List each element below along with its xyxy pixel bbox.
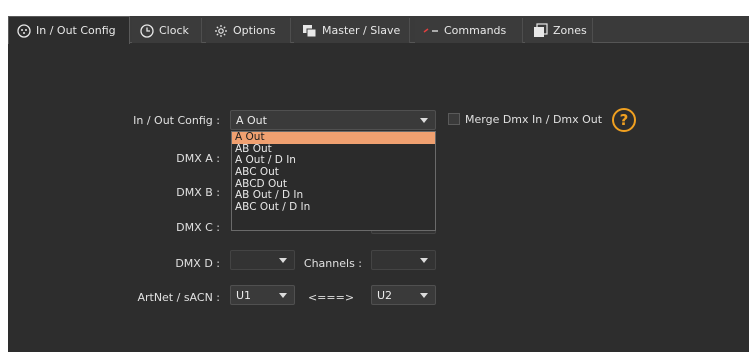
tab-label: Zones [553,24,587,37]
tab-master-slave[interactable]: Master / Slave [294,18,410,43]
tab-options[interactable]: Options [206,18,291,43]
tab-zones[interactable]: Zones [525,18,593,43]
merge-checkbox[interactable] [448,113,460,125]
tab-clock[interactable]: Clock [132,18,202,43]
artnet-universe-a-select[interactable]: U1 [230,285,295,305]
inout-config-label: In / Out Config : [133,114,220,127]
gear-icon [214,24,228,38]
channels-select[interactable] [371,250,436,270]
channels-label: Channels : [303,257,362,270]
dmx-connector-icon [17,23,31,38]
chevron-down-icon [420,293,428,298]
inout-config-select[interactable]: A Out [230,110,436,130]
artnet-universe-a-value: U1 [236,288,252,302]
app-window: In / Out Config Clock Options Master / S… [0,0,749,352]
inout-config-value: A Out [236,113,267,127]
universe-link-arrow: <===> [307,291,355,304]
chevron-down-icon [420,118,428,123]
dmx-c-label: DMX C : [176,221,220,234]
tab-inout-config[interactable]: In / Out Config [8,16,130,44]
dropdown-option[interactable]: ABC Out [232,166,435,179]
zones-icon [533,23,548,38]
inout-config-dropdown-list: A Out AB Out A Out / D In ABC Out ABCD O… [231,131,436,231]
dmx-d-select[interactable] [230,250,295,270]
artnet-universe-b-value: U2 [377,288,393,302]
commands-icon [423,26,439,36]
dmx-a-label: DMX A : [176,152,220,165]
tab-label: Options [233,24,276,37]
tab-bar: In / Out Config Clock Options Master / S… [8,16,749,44]
chevron-down-icon [279,293,287,298]
artnet-label: ArtNet / sACN : [137,291,220,304]
master-slave-icon [302,24,317,38]
chevron-down-icon [279,258,287,263]
tab-commands[interactable]: Commands [415,18,523,43]
tab-label: In / Out Config [36,24,116,37]
artnet-universe-b-select[interactable]: U2 [371,285,436,305]
dmx-b-label: DMX B : [176,186,220,199]
dropdown-option[interactable]: A Out [232,131,435,144]
merge-label: Merge Dmx In / Dmx Out [465,113,603,126]
tab-label: Master / Slave [322,24,401,37]
clock-icon [140,23,154,38]
dmx-d-label: DMX D : [175,257,220,270]
chevron-down-icon [420,258,428,263]
help-icon[interactable]: ? [612,108,636,132]
dropdown-option[interactable]: ABC Out / D In [232,201,435,214]
tab-label: Clock [159,24,189,37]
tab-label: Commands [444,24,507,37]
